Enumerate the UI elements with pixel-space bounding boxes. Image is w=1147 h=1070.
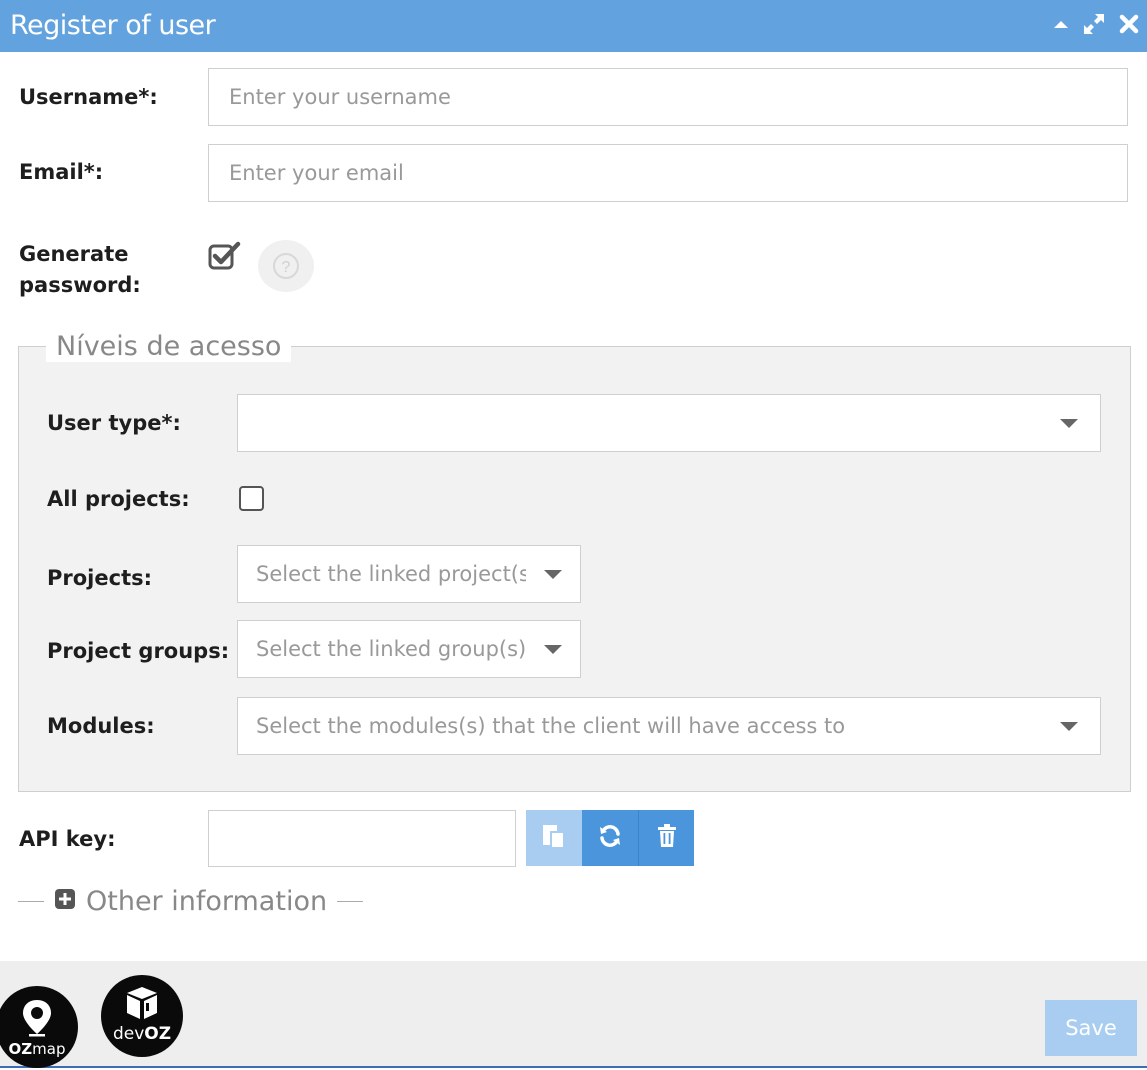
username-input[interactable]: Enter your username — [208, 68, 1128, 126]
project-groups-placeholder: Select the linked group(s) — [256, 637, 527, 661]
copy-icon — [542, 823, 566, 854]
collapse-icon[interactable] — [1053, 18, 1069, 30]
save-button[interactable]: Save — [1045, 1000, 1137, 1056]
api-key-input[interactable] — [208, 810, 516, 867]
help-icon[interactable]: ? — [258, 240, 314, 292]
chevron-down-icon — [544, 570, 562, 579]
email-input[interactable]: Enter your email — [208, 144, 1128, 202]
modules-label: Modules: — [47, 714, 155, 738]
expand-icon[interactable] — [1081, 11, 1107, 37]
modules-placeholder: Select the modules(s) that the client wi… — [256, 714, 846, 738]
username-label: Username*: — [19, 85, 158, 109]
projects-placeholder: Select the linked project(s — [256, 562, 526, 586]
window-controls — [1053, 11, 1139, 37]
refresh-icon — [598, 824, 622, 853]
divider — [18, 901, 44, 902]
other-information-toggle[interactable]: Other information — [18, 886, 364, 917]
divider — [337, 901, 364, 902]
email-placeholder: Enter your email — [229, 161, 404, 185]
window-title: Register of user — [10, 10, 216, 41]
copy-api-key-button[interactable] — [526, 810, 582, 866]
all-projects-checkbox[interactable] — [239, 486, 264, 511]
chevron-down-icon — [1060, 419, 1078, 428]
plus-square-icon — [54, 886, 76, 917]
project-groups-select[interactable]: Select the linked group(s) — [237, 620, 581, 678]
user-type-select[interactable] — [237, 394, 1101, 452]
devoz-logo: devOZ — [101, 975, 183, 1057]
ozmap-logo: OZmap — [0, 986, 78, 1068]
trash-icon — [657, 823, 677, 853]
svg-text:?: ? — [282, 259, 291, 276]
other-information-label: Other information — [86, 886, 328, 917]
chevron-down-icon — [1060, 722, 1078, 731]
projects-select[interactable]: Select the linked project(s — [237, 545, 581, 603]
close-icon[interactable] — [1119, 14, 1139, 34]
generate-password-checkbox-checked-icon[interactable] — [208, 240, 242, 275]
all-projects-label: All projects: — [47, 487, 190, 511]
email-label: Email*: — [19, 160, 104, 184]
generate-password-label: Generate password: — [19, 242, 141, 297]
user-type-label: User type*: — [47, 411, 181, 435]
username-placeholder: Enter your username — [229, 85, 451, 109]
api-key-actions — [526, 810, 694, 866]
chevron-down-icon — [544, 645, 562, 654]
modules-select[interactable]: Select the modules(s) that the client wi… — [237, 697, 1101, 755]
project-groups-label: Project groups: — [47, 639, 230, 663]
window-titlebar: Register of user — [0, 0, 1147, 52]
access-levels-legend: Níveis de acesso — [46, 331, 292, 362]
projects-label: Projects: — [47, 566, 152, 590]
delete-api-key-button[interactable] — [638, 810, 694, 866]
api-key-label: API key: — [19, 827, 116, 851]
refresh-api-key-button[interactable] — [582, 810, 638, 866]
